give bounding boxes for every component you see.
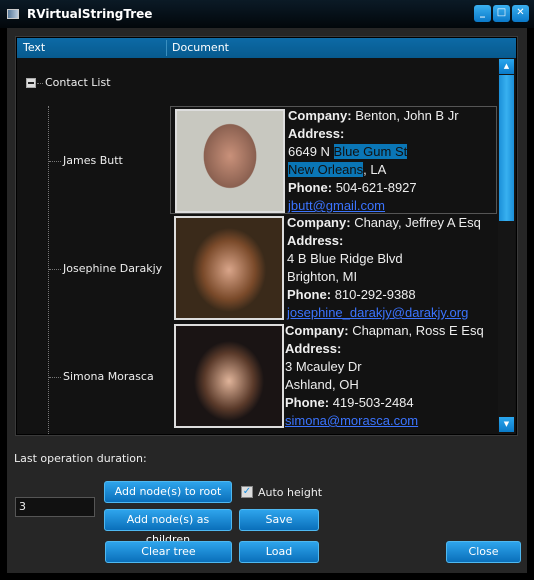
app-icon [7, 9, 19, 19]
column-header-text[interactable]: Text [23, 41, 45, 54]
contact-photo [174, 324, 284, 428]
contact-card[interactable]: Company: Chanay, Jeffrey A Esq Address: … [170, 214, 497, 322]
tree-line [49, 161, 61, 162]
tree-line [48, 106, 49, 434]
virtual-string-tree[interactable]: Text Document Contact List James Butt Jo… [15, 36, 518, 436]
add-to-root-button[interactable]: Add node(s) to root [104, 481, 232, 503]
contact-photo [175, 109, 285, 213]
add-as-children-button[interactable]: Add node(s) as children [104, 509, 232, 546]
clear-tree-button[interactable]: Clear tree [105, 541, 232, 563]
scroll-down-icon[interactable]: ▼ [499, 417, 514, 432]
email-link[interactable]: josephine_darakjy@darakjy.org [287, 304, 481, 322]
tree-line [49, 269, 61, 270]
maximize-button[interactable]: □ [493, 5, 510, 22]
window-title: RVirtualStringTree [27, 7, 153, 21]
column-header-document[interactable]: Document [172, 41, 229, 54]
contact-card[interactable]: Company: Benton, John B Jr Address: 6649… [170, 106, 497, 214]
vertical-scrollbar[interactable]: ▲ ▼ [498, 58, 515, 434]
tree-line [37, 83, 43, 84]
auto-height-checkbox[interactable]: ✓ [241, 486, 253, 498]
tree-header: Text Document [17, 38, 516, 58]
column-separator[interactable] [166, 40, 167, 56]
tree-node-james-butt[interactable]: James Butt [63, 154, 123, 167]
node-count-input[interactable]: 3 [15, 497, 95, 517]
auto-height-label[interactable]: Auto height [258, 486, 322, 499]
collapse-icon[interactable] [26, 78, 36, 88]
close-button[interactable]: Close [446, 541, 521, 563]
tree-node-simona-morasca[interactable]: Simona Morasca [63, 370, 154, 383]
scrollbar-thumb[interactable] [499, 75, 514, 221]
scroll-up-icon[interactable]: ▲ [499, 59, 514, 74]
load-button[interactable]: Load [239, 541, 319, 563]
duration-label: Last operation duration: [14, 452, 147, 465]
close-window-button[interactable]: ✕ [512, 5, 529, 22]
save-button[interactable]: Save [239, 509, 319, 531]
tree-node-josephine-darakjy[interactable]: Josephine Darakjy [63, 262, 162, 275]
contact-card[interactable]: Company: Chapman, Ross E Esq Address: 3 … [170, 322, 497, 430]
email-link[interactable]: simona@morasca.com [285, 412, 484, 430]
minimize-button[interactable]: _ [474, 5, 491, 22]
tree-node-contact-list[interactable]: Contact List [45, 76, 111, 89]
contact-photo [174, 216, 284, 320]
title-bar: RVirtualStringTree _ □ ✕ [0, 0, 534, 28]
tree-line [49, 377, 61, 378]
email-link[interactable]: jbutt@gmail.com [288, 197, 459, 215]
